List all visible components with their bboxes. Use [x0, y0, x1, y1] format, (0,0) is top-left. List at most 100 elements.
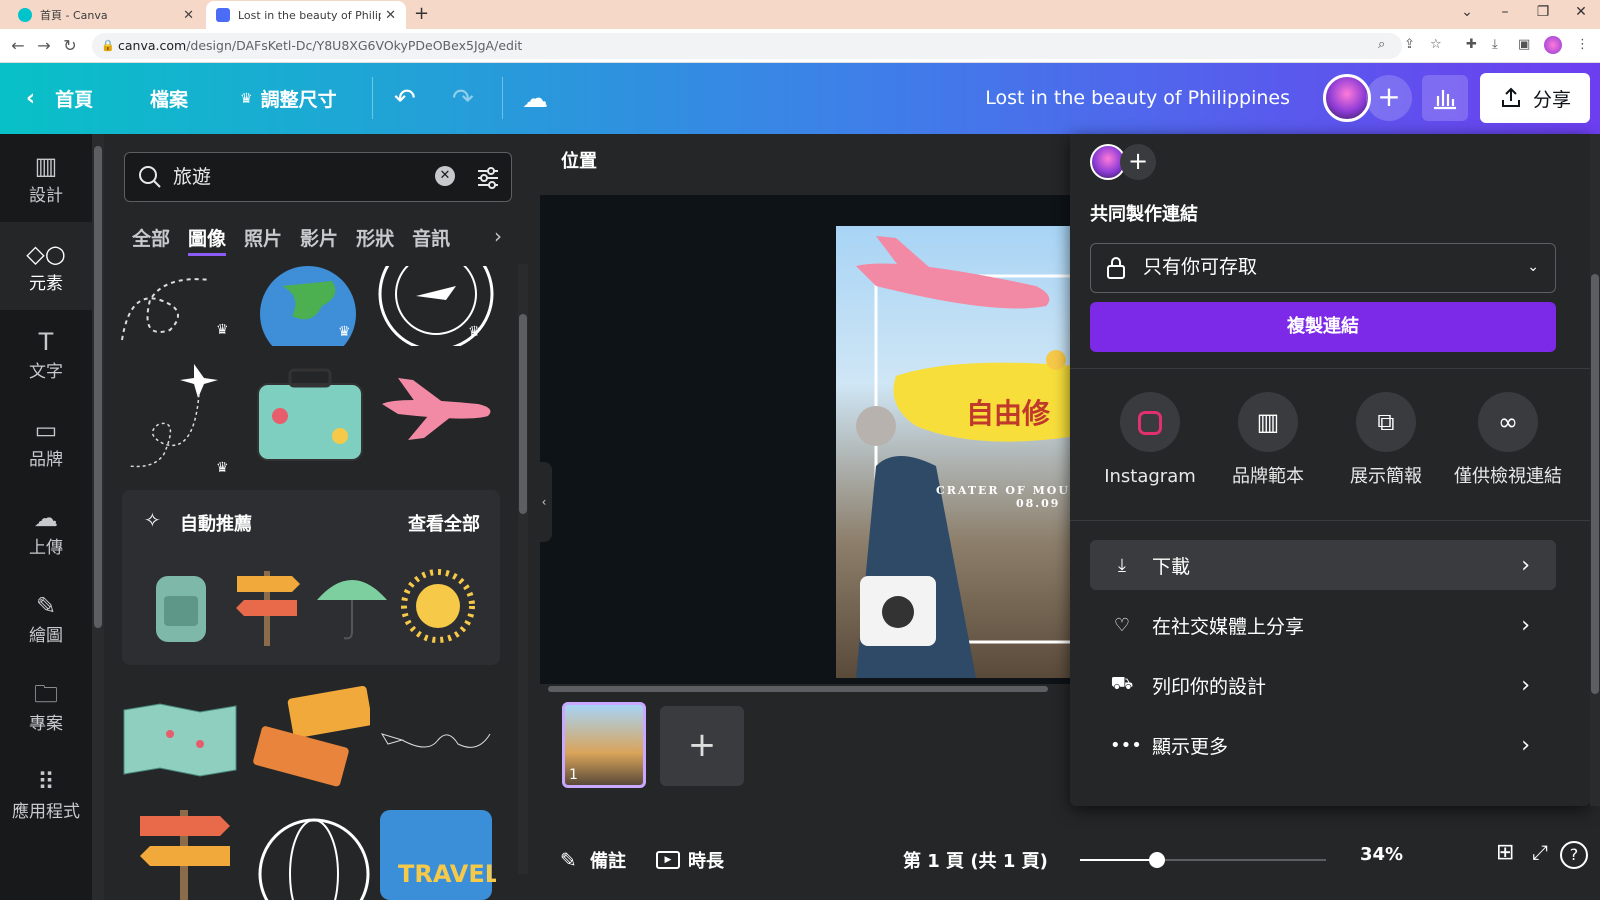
design-subtitle-text[interactable]: CRATER OF MOU: [936, 484, 1070, 497]
notes-icon[interactable]: ✎: [560, 848, 577, 872]
search-input[interactable]: 旅遊: [173, 153, 211, 201]
signpost-graphic[interactable]: [232, 566, 302, 646]
tab-all[interactable]: 全部: [132, 224, 170, 256]
close-tab-icon[interactable]: ✕: [183, 8, 194, 23]
tab-search-icon[interactable]: ⌄: [1452, 4, 1482, 20]
clear-search-icon[interactable]: ✕: [435, 166, 455, 186]
scrollbar-thumb[interactable]: [519, 314, 527, 514]
dotted-path-graphic[interactable]: ♛: [120, 270, 240, 350]
zoom-percentage[interactable]: 34%: [1360, 844, 1403, 865]
collaborator-avatar[interactable]: [1323, 74, 1371, 122]
tab-videos[interactable]: 影片: [300, 224, 338, 256]
scrollbar-thumb[interactable]: [94, 146, 102, 628]
sidebar-item-draw[interactable]: ✎ 繪圖: [0, 574, 92, 662]
pink-airplane-graphic[interactable]: [378, 374, 498, 444]
design-page-canvas[interactable]: 自由修 CRATER OF MOU 08.09: [836, 226, 1072, 678]
share-option-present[interactable]: ⧉ 展示簡報: [1328, 392, 1444, 487]
sidebar-item-design[interactable]: ▥ 設計: [0, 134, 92, 222]
new-tab-button[interactable]: +: [414, 3, 429, 24]
page-thumbnail[interactable]: 1: [562, 702, 646, 788]
share-button[interactable]: 分享: [1480, 73, 1590, 123]
duration-button[interactable]: 時長: [688, 847, 724, 873]
scrollbar-thumb[interactable]: [548, 686, 1048, 692]
zoom-slider[interactable]: [1080, 852, 1326, 868]
browser-tab-design[interactable]: Lost in the beauty of Philippine ✕: [206, 1, 406, 29]
paper-plane-line-graphic[interactable]: [378, 714, 498, 764]
filter-sliders-icon[interactable]: [475, 165, 501, 191]
access-dropdown[interactable]: 只有你可存取 ⌄: [1090, 243, 1556, 293]
reload-icon[interactable]: ↻: [60, 36, 80, 55]
resize-button[interactable]: ♛ 調整尺寸: [240, 63, 337, 134]
file-menu-button[interactable]: 檔案: [150, 63, 188, 134]
sidebar-icon[interactable]: ▣: [1518, 37, 1530, 52]
back-icon[interactable]: ←: [8, 36, 28, 55]
globe-outline-graphic[interactable]: [254, 814, 374, 900]
sidebar-item-apps[interactable]: ⠿ 應用程式: [0, 750, 92, 838]
travel-collage-graphic[interactable]: TRAVEL: [376, 806, 496, 900]
collapse-panel-handle[interactable]: ‹: [536, 462, 552, 542]
restore-icon[interactable]: ❐: [1528, 4, 1558, 20]
extensions-icon[interactable]: ✚: [1466, 37, 1477, 52]
insights-button[interactable]: [1422, 75, 1468, 121]
add-page-button[interactable]: +: [660, 706, 744, 786]
sidebar-item-upload[interactable]: ☁ 上傳: [0, 486, 92, 574]
share-page-icon[interactable]: ⇪: [1404, 37, 1415, 52]
plane-heart-path-graphic[interactable]: ♛: [124, 354, 244, 478]
grid-view-icon[interactable]: ⊞: [1496, 840, 1526, 870]
zoom-icon[interactable]: ⌕: [1378, 37, 1385, 52]
share-panel-scrollbar[interactable]: [1590, 134, 1600, 806]
horizontal-scrollbar[interactable]: [540, 684, 1080, 694]
world-map-graphic[interactable]: [120, 700, 240, 780]
fullscreen-icon[interactable]: ⤢: [1532, 840, 1562, 870]
undo-icon[interactable]: ↶: [394, 63, 416, 134]
copy-link-button[interactable]: 複製連結: [1090, 302, 1556, 352]
search-box[interactable]: 旅遊 ✕: [124, 152, 512, 202]
show-more-row[interactable]: ••• 顯示更多 ›: [1090, 720, 1556, 770]
invite-plus-button[interactable]: +: [1120, 144, 1156, 180]
profile-avatar[interactable]: [1544, 36, 1562, 54]
help-icon[interactable]: ?: [1560, 841, 1588, 869]
sidebar-item-text[interactable]: T 文字: [0, 310, 92, 398]
browser-tab-home[interactable]: 首頁 - Canva ✕: [8, 1, 204, 29]
tab-photos[interactable]: 照片: [244, 224, 282, 256]
add-collaborator-button[interactable]: +: [1366, 75, 1412, 121]
menu-dots-icon[interactable]: ⋮: [1576, 37, 1589, 52]
globe-airplane-graphic[interactable]: ♛: [376, 266, 496, 346]
notes-button[interactable]: 備註: [590, 847, 626, 873]
bookmark-star-icon[interactable]: ☆: [1430, 37, 1442, 52]
download-tray-icon[interactable]: ⤓: [1492, 37, 1498, 52]
globe-graphic[interactable]: ♛: [252, 266, 364, 346]
forward-icon[interactable]: →: [34, 36, 54, 55]
sidebar-item-projects[interactable]: 🗀 專案: [0, 662, 92, 750]
cloud-saved-icon[interactable]: ☁: [522, 63, 548, 134]
direction-sign-graphic[interactable]: [130, 806, 240, 900]
tab-shapes[interactable]: 形狀: [356, 224, 394, 256]
redo-icon[interactable]: ↷: [452, 63, 474, 134]
document-title[interactable]: Lost in the beauty of Philippines: [985, 63, 1290, 134]
sidebar-item-elements[interactable]: ◇○ 元素: [0, 222, 92, 310]
download-row[interactable]: ⤓ 下載 ›: [1090, 540, 1556, 590]
suitcase-graphic[interactable]: [250, 366, 370, 466]
position-button[interactable]: 位置: [561, 151, 597, 172]
home-button[interactable]: ‹ 首頁: [26, 63, 93, 134]
tab-graphics[interactable]: 圖像: [188, 224, 227, 256]
design-date-text[interactable]: 08.09: [1016, 497, 1060, 510]
social-share-row[interactable]: ♡ 在社交媒體上分享 ›: [1090, 600, 1556, 650]
sun-graphic[interactable]: [398, 566, 478, 646]
tab-audio[interactable]: 音訊: [412, 224, 450, 256]
design-heading-text[interactable]: 自由修: [966, 392, 1050, 432]
chevron-right-icon[interactable]: ›: [494, 224, 502, 248]
url-field[interactable]: 🔒 canva.com/design/DAFsKetl-Dc/Y8U8XG6VO…: [92, 33, 1402, 59]
minimize-icon[interactable]: –: [1490, 4, 1520, 20]
print-design-row[interactable]: ⛟ 列印你的設計 ›: [1090, 660, 1556, 710]
share-option-brand-template[interactable]: ▥ 品牌範本: [1210, 392, 1326, 487]
sidebar-item-brand[interactable]: ▭ 品牌: [0, 398, 92, 486]
umbrella-graphic[interactable]: [312, 566, 392, 646]
sidebar-scrollbar[interactable]: [92, 134, 104, 900]
panel-scrollbar[interactable]: [518, 264, 528, 874]
see-all-link[interactable]: 查看全部: [408, 510, 480, 536]
zoom-slider-knob[interactable]: [1149, 852, 1165, 868]
scrollbar-thumb[interactable]: [1591, 274, 1599, 694]
share-option-view-link[interactable]: ∞ 僅供檢視連結: [1446, 392, 1570, 487]
tickets-graphic[interactable]: [250, 686, 370, 792]
